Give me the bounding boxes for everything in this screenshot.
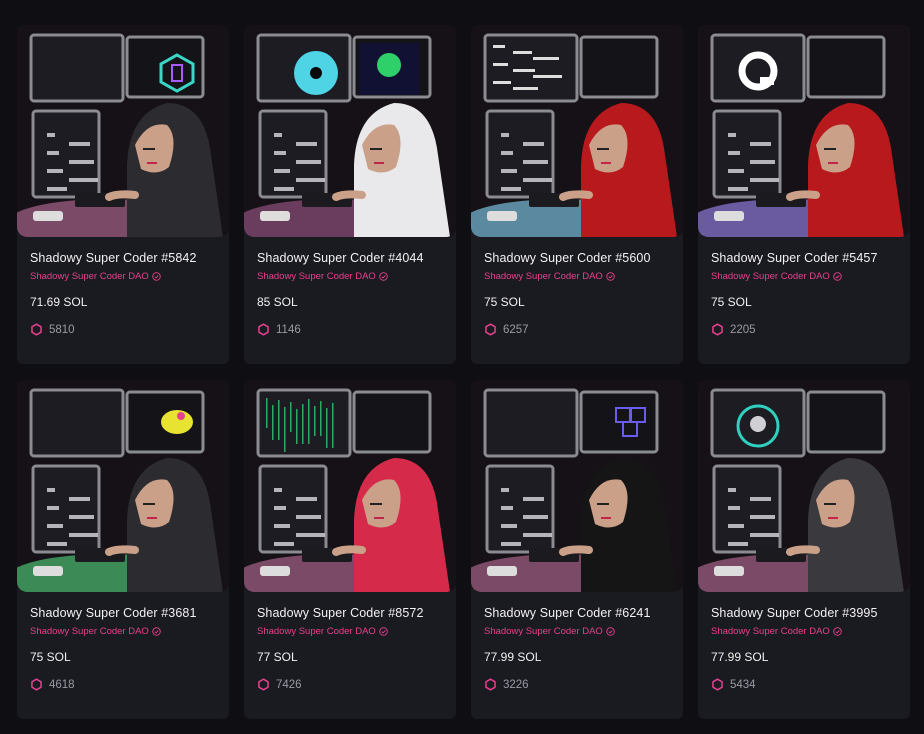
nft-title[interactable]: Shadowy Super Coder #5600	[484, 251, 670, 265]
nft-price: 77 SOL	[257, 650, 298, 664]
collection-name[interactable]: Shadowy Super Coder DAO	[484, 626, 603, 637]
verified-icon	[606, 272, 615, 281]
verified-icon	[152, 272, 161, 281]
nft-artwork[interactable]	[698, 380, 910, 592]
collection-name[interactable]: Shadowy Super Coder DAO	[257, 626, 376, 637]
nft-price: 71.69 SOL	[30, 295, 88, 309]
nft-artwork[interactable]	[17, 380, 229, 592]
nft-price: 75 SOL	[484, 295, 525, 309]
collection-link[interactable]: Shadowy Super Coder DAO	[484, 626, 670, 637]
nft-artwork[interactable]	[244, 25, 456, 237]
nft-artwork[interactable]	[698, 25, 910, 237]
verified-icon	[152, 627, 161, 636]
rank-value: 3226	[503, 678, 529, 691]
nft-card[interactable]: Shadowy Super Coder #5457 Shadowy Super …	[698, 25, 910, 364]
rank-value: 1146	[276, 323, 301, 336]
nft-card[interactable]: Shadowy Super Coder #5600 Shadowy Super …	[471, 25, 683, 364]
nft-card[interactable]: Shadowy Super Coder #6241 Shadowy Super …	[471, 380, 683, 719]
nft-card[interactable]: Shadowy Super Coder #3681 Shadowy Super …	[17, 380, 229, 719]
verified-icon	[606, 627, 615, 636]
nft-card[interactable]: Shadowy Super Coder #5842 Shadowy Super …	[17, 25, 229, 364]
rank-icon	[257, 323, 270, 336]
collection-name[interactable]: Shadowy Super Coder DAO	[257, 271, 376, 282]
collection-link[interactable]: Shadowy Super Coder DAO	[257, 626, 443, 637]
nft-title[interactable]: Shadowy Super Coder #5842	[30, 251, 216, 265]
rank-row: 5434	[711, 678, 897, 691]
nft-card[interactable]: Shadowy Super Coder #8572 Shadowy Super …	[244, 380, 456, 719]
rank-value: 6257	[503, 323, 529, 336]
nft-price: 77.99 SOL	[711, 650, 769, 664]
rank-value: 2205	[730, 323, 756, 336]
collection-name[interactable]: Shadowy Super Coder DAO	[711, 626, 830, 637]
nft-title[interactable]: Shadowy Super Coder #4044	[257, 251, 443, 265]
nft-artwork[interactable]	[17, 25, 229, 237]
rank-icon	[30, 323, 43, 336]
verified-icon	[833, 272, 842, 281]
rank-icon	[484, 678, 497, 691]
rank-icon	[711, 678, 724, 691]
nft-card[interactable]: Shadowy Super Coder #4044 Shadowy Super …	[244, 25, 456, 364]
rank-row: 2205	[711, 323, 897, 336]
rank-icon	[711, 323, 724, 336]
rank-value: 4618	[49, 678, 75, 691]
nft-card[interactable]: Shadowy Super Coder #3995 Shadowy Super …	[698, 380, 910, 719]
rank-row: 1146	[257, 323, 443, 336]
rank-row: 4618	[30, 678, 216, 691]
collection-link[interactable]: Shadowy Super Coder DAO	[711, 271, 897, 282]
collection-link[interactable]: Shadowy Super Coder DAO	[30, 271, 216, 282]
rank-row: 3226	[484, 678, 670, 691]
collection-name[interactable]: Shadowy Super Coder DAO	[30, 626, 149, 637]
collection-name[interactable]: Shadowy Super Coder DAO	[484, 271, 603, 282]
nft-artwork[interactable]	[471, 380, 683, 592]
nft-title[interactable]: Shadowy Super Coder #6241	[484, 606, 670, 620]
verified-icon	[379, 272, 388, 281]
nft-price: 75 SOL	[30, 650, 71, 664]
nft-title[interactable]: Shadowy Super Coder #5457	[711, 251, 897, 265]
collection-link[interactable]: Shadowy Super Coder DAO	[484, 271, 670, 282]
rank-icon	[30, 678, 43, 691]
nft-artwork[interactable]	[471, 25, 683, 237]
nft-price: 75 SOL	[711, 295, 752, 309]
nft-price: 77.99 SOL	[484, 650, 542, 664]
collection-link[interactable]: Shadowy Super Coder DAO	[30, 626, 216, 637]
verified-icon	[833, 627, 842, 636]
rank-icon	[257, 678, 270, 691]
collection-link[interactable]: Shadowy Super Coder DAO	[711, 626, 897, 637]
rank-value: 5810	[49, 323, 75, 336]
rank-row: 7426	[257, 678, 443, 691]
rank-value: 5434	[730, 678, 756, 691]
rank-row: 5810	[30, 323, 216, 336]
rank-row: 6257	[484, 323, 670, 336]
nft-title[interactable]: Shadowy Super Coder #3681	[30, 606, 216, 620]
nft-grid: Shadowy Super Coder #5842 Shadowy Super …	[0, 0, 924, 734]
collection-name[interactable]: Shadowy Super Coder DAO	[30, 271, 149, 282]
rank-icon	[484, 323, 497, 336]
nft-price: 85 SOL	[257, 295, 298, 309]
nft-artwork[interactable]	[244, 380, 456, 592]
nft-title[interactable]: Shadowy Super Coder #8572	[257, 606, 443, 620]
verified-icon	[379, 627, 388, 636]
collection-name[interactable]: Shadowy Super Coder DAO	[711, 271, 830, 282]
nft-title[interactable]: Shadowy Super Coder #3995	[711, 606, 897, 620]
rank-value: 7426	[276, 678, 302, 691]
collection-link[interactable]: Shadowy Super Coder DAO	[257, 271, 443, 282]
